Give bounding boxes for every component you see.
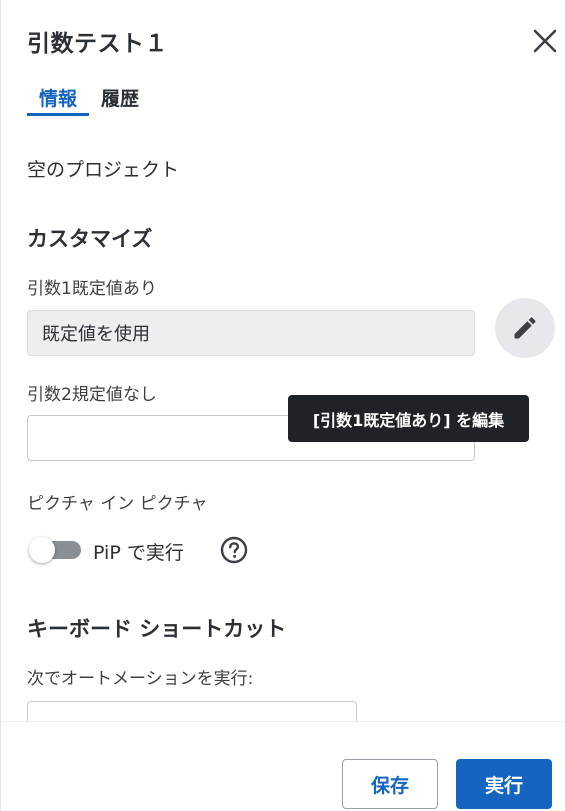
arg1-field: 既定値を使用 <box>27 310 475 356</box>
tab-history[interactable]: 履歴 <box>101 84 139 113</box>
tab-bar: 情報 履歴 <box>27 84 139 116</box>
edit-tooltip: [引数1既定値あり] を編集 <box>288 395 529 442</box>
dialog-title: 引数テスト１ <box>27 31 168 57</box>
customize-heading: カスタマイズ <box>27 227 153 251</box>
edit-arg1-button[interactable] <box>495 298 555 358</box>
project-name: 空のプロジェクト <box>27 159 180 181</box>
arg1-value: 既定値を使用 <box>42 324 150 345</box>
automation-details-panel: 引数テスト１ 情報 履歴 空のプロジェクト カスタマイズ 引数1既定値あり 既定… <box>0 0 565 811</box>
pip-toggle-label: PiP で実行 <box>93 542 184 564</box>
shortcut-heading: キーボード ショートカット <box>27 617 287 641</box>
dialog-footer: 保存 実行 <box>1 721 565 811</box>
arg2-label: 引数2規定値なし <box>27 385 157 405</box>
help-button[interactable] <box>220 536 248 564</box>
help-circle-icon <box>220 536 248 564</box>
toggle-knob <box>29 537 55 563</box>
save-button[interactable]: 保存 <box>342 759 438 809</box>
pencil-icon <box>514 317 536 339</box>
pip-heading: ピクチャ イン ピクチャ <box>27 494 208 514</box>
close-button[interactable] <box>531 27 559 55</box>
tab-info[interactable]: 情報 <box>27 84 90 116</box>
run-button[interactable]: 実行 <box>456 759 552 809</box>
close-icon <box>533 29 557 53</box>
arg1-label: 引数1既定値あり <box>27 279 157 299</box>
shortcut-label: 次でオートメーションを実行: <box>27 669 254 689</box>
pip-toggle[interactable] <box>29 537 81 563</box>
